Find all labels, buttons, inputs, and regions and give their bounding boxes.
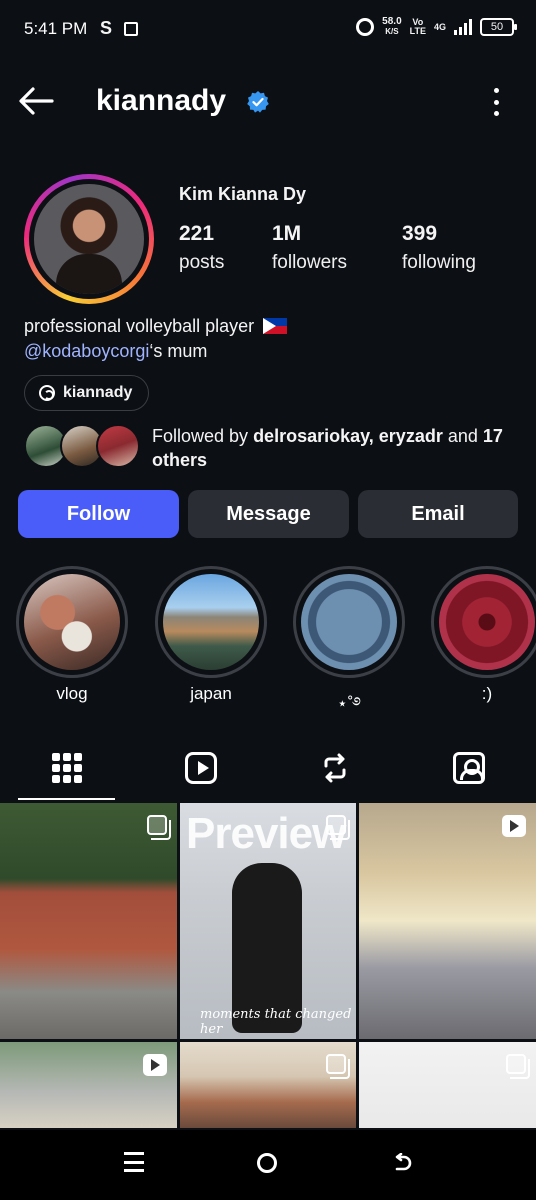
- mutual-followers-avatars[interactable]: [24, 424, 140, 470]
- header-username: kiannady: [96, 84, 227, 117]
- tab-reposts[interactable]: [268, 736, 402, 800]
- highlight-vlog[interactable]: vlog: [16, 566, 128, 704]
- bio-mention-suffix: ‘s mum: [149, 341, 208, 361]
- reel-icon: [502, 815, 526, 837]
- followed-by-prefix: Followed by: [152, 426, 249, 446]
- signal-icon: [454, 19, 472, 35]
- bio-text: professional volleyball player: [24, 316, 255, 336]
- highlight-ring: [431, 566, 536, 678]
- profile-avatar[interactable]: [24, 174, 154, 304]
- highlight-cover: [163, 574, 259, 670]
- post-thumbnail[interactable]: [180, 1042, 356, 1128]
- system-navigation-bar: [0, 1130, 536, 1200]
- post-thumbnail[interactable]: [0, 803, 177, 1039]
- repost-icon: [324, 753, 346, 783]
- network-speed: 58.0 K/S: [382, 17, 401, 37]
- carousel-icon: [326, 1054, 350, 1079]
- stat-posts[interactable]: 221 posts: [179, 222, 224, 274]
- follow-button[interactable]: Follow: [18, 490, 179, 538]
- tagged-icon: [453, 752, 485, 784]
- bio-mention-link[interactable]: @kodaboycorgi: [24, 341, 149, 361]
- followed-by-names: delrosariokay, eryzadr: [253, 426, 443, 446]
- post-thumbnail[interactable]: [359, 1042, 536, 1128]
- battery-icon: 50: [480, 18, 517, 36]
- network-speed-unit: K/S: [385, 27, 399, 36]
- threads-handle: kiannady: [63, 384, 133, 401]
- status-right-group: 58.0 K/S Vo LTE 4G 50: [356, 17, 517, 37]
- bio-line-2: @kodaboycorgi‘s mum: [24, 341, 207, 362]
- highlight-label: japan: [190, 684, 232, 703]
- highlight-ring: [293, 566, 405, 678]
- highlight-label: vlog: [56, 684, 88, 703]
- back-icon[interactable]: [392, 1153, 412, 1173]
- stat-followers-value: 1M: [272, 222, 302, 245]
- volte-bottom: LTE: [409, 26, 426, 36]
- recent-apps-icon[interactable]: [124, 1152, 144, 1172]
- verified-badge-icon: [247, 91, 269, 113]
- threads-profile-link[interactable]: kiannady: [24, 375, 150, 411]
- post-thumbnail[interactable]: [359, 803, 536, 1039]
- avatar-photo: [34, 184, 144, 294]
- status-bar: 5:41 PM S 58.0 K/S Vo LTE 4G 50: [0, 0, 536, 60]
- post-magazine-title: Preview: [186, 809, 346, 858]
- post-thumbnail[interactable]: Preview moments that changed her: [180, 803, 356, 1039]
- network-type: 4G: [433, 21, 446, 32]
- carousel-icon: [147, 815, 171, 840]
- post-magazine-caption: moments that changed her: [200, 1007, 352, 1037]
- profile-tabs: [0, 736, 536, 800]
- grid-icon: [52, 753, 82, 783]
- carrier-s-icon: S: [100, 18, 113, 38]
- highlight-ring: [16, 566, 128, 678]
- highlight-cover: [301, 574, 397, 670]
- stat-posts-label: posts: [179, 252, 225, 273]
- stat-followers-label: followers: [272, 252, 347, 273]
- tab-grid[interactable]: [0, 736, 134, 800]
- highlight-cover: [24, 574, 120, 670]
- reel-icon: [143, 1054, 167, 1076]
- reels-icon: [185, 752, 217, 784]
- highlight-smile[interactable]: :): [431, 566, 536, 704]
- profile-full-name: Kim Kianna Dy: [179, 184, 307, 204]
- highlight-label: ⋆˚࿔: [337, 694, 361, 713]
- stat-posts-value: 221: [179, 222, 215, 245]
- mutual-followers-text[interactable]: Followed by delrosariokay, eryzadr and 1…: [152, 424, 512, 472]
- carousel-icon: [506, 1054, 530, 1079]
- stat-followers[interactable]: 1M followers: [272, 222, 347, 274]
- threads-icon: [39, 385, 55, 401]
- notification-icon: [124, 22, 138, 36]
- philippines-flag-icon: [263, 318, 288, 334]
- tab-reels[interactable]: [134, 736, 268, 800]
- status-time: 5:41 PM: [24, 19, 88, 38]
- stat-following-label: following: [402, 252, 476, 273]
- highlight-moon[interactable]: ⋆˚࿔: [293, 566, 405, 732]
- home-icon[interactable]: [257, 1153, 277, 1173]
- carousel-icon: [326, 815, 350, 840]
- active-tab-indicator: [18, 798, 115, 800]
- email-button[interactable]: Email: [358, 490, 518, 538]
- followed-by-and: and: [447, 426, 478, 446]
- network-speed-value: 58.0: [382, 16, 402, 27]
- more-options-icon[interactable]: [492, 88, 500, 116]
- highlight-cover: [439, 574, 535, 670]
- volte-indicator: Vo LTE: [410, 18, 426, 36]
- back-arrow-icon[interactable]: [18, 86, 54, 116]
- post-thumbnail[interactable]: [0, 1042, 177, 1128]
- mutual-avatar: [96, 424, 140, 468]
- stat-following-value: 399: [402, 222, 438, 245]
- profile-header: kiannady: [0, 70, 536, 132]
- alarm-icon: [356, 18, 375, 36]
- highlight-japan[interactable]: japan: [155, 566, 267, 704]
- message-button[interactable]: Message: [188, 490, 349, 538]
- highlight-label: :): [481, 684, 493, 703]
- avatar-story-ring: [29, 179, 149, 299]
- stat-following[interactable]: 399 following: [402, 222, 476, 274]
- highlight-ring: [155, 566, 267, 678]
- tab-tagged[interactable]: [402, 736, 536, 800]
- bio-line-1: professional volleyball player: [24, 316, 288, 337]
